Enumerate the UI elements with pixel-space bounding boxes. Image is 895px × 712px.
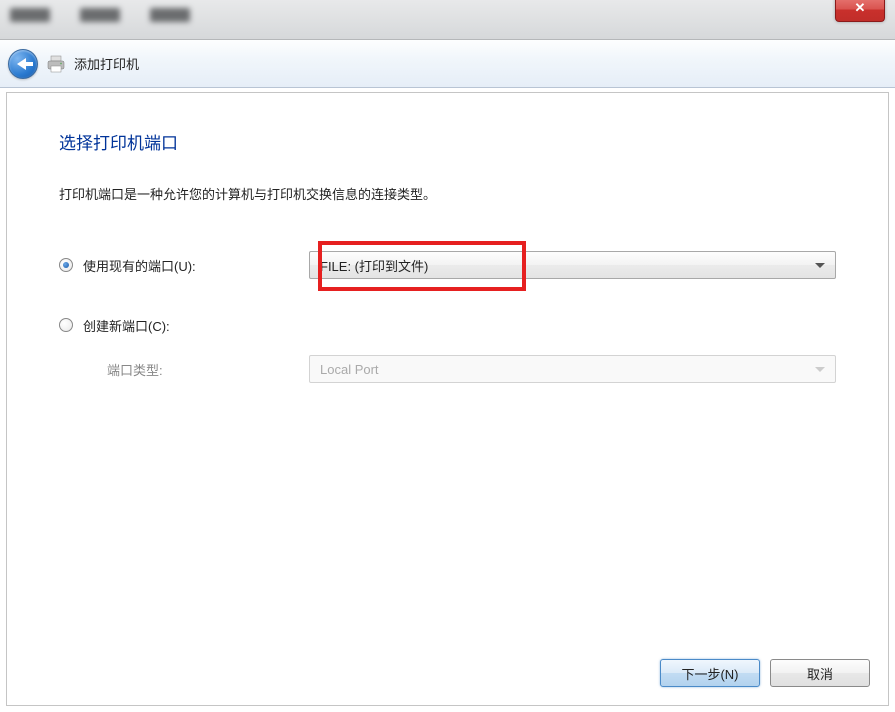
radio-icon xyxy=(59,318,73,332)
background-window-menu xyxy=(10,8,310,28)
arrow-left-icon xyxy=(17,58,26,70)
select-value: FILE: (打印到文件) xyxy=(320,256,428,275)
next-button[interactable]: 下一步(N) xyxy=(660,659,760,687)
page-description: 打印机端口是一种允许您的计算机与打印机交换信息的连接类型。 xyxy=(59,184,836,203)
radio-create-new[interactable]: 创建新端口(C): xyxy=(59,316,309,335)
wizard-window: ✕ 添加打印机 选择打印机端口 打印机端口是一种允许您的计算机与打印机交换信息的… xyxy=(0,0,895,712)
cancel-button[interactable]: 取消 xyxy=(770,659,870,687)
printer-icon xyxy=(46,55,66,73)
wizard-header: 添加打印机 xyxy=(0,40,895,88)
port-type-select: Local Port xyxy=(309,355,836,383)
page-heading: 选择打印机端口 xyxy=(59,129,836,154)
select-value: Local Port xyxy=(320,362,379,377)
chevron-down-icon xyxy=(815,367,825,372)
os-titlebar-area: ✕ xyxy=(0,0,895,40)
option-use-existing-port: 使用现有的端口(U): FILE: (打印到文件) xyxy=(59,247,836,283)
radio-label-use-existing: 使用现有的端口(U): xyxy=(83,256,196,275)
existing-port-select[interactable]: FILE: (打印到文件) xyxy=(309,251,836,279)
port-type-row: 端口类型: Local Port xyxy=(59,351,836,387)
close-button[interactable]: ✕ xyxy=(835,0,885,22)
wizard-content: 选择打印机端口 打印机端口是一种允许您的计算机与打印机交换信息的连接类型。 使用… xyxy=(6,92,889,706)
radio-use-existing[interactable]: 使用现有的端口(U): xyxy=(59,256,309,275)
chevron-down-icon xyxy=(815,263,825,268)
content-outer: 选择打印机端口 打印机端口是一种允许您的计算机与打印机交换信息的连接类型。 使用… xyxy=(0,88,895,712)
option-create-new-port: 创建新端口(C): xyxy=(59,307,836,343)
wizard-title: 添加打印机 xyxy=(74,54,139,73)
port-type-label: 端口类型: xyxy=(107,360,309,379)
button-row: 下一步(N) 取消 xyxy=(660,659,870,687)
radio-label-create-new: 创建新端口(C): xyxy=(83,316,170,335)
radio-icon xyxy=(59,258,73,272)
back-button[interactable] xyxy=(8,49,38,79)
